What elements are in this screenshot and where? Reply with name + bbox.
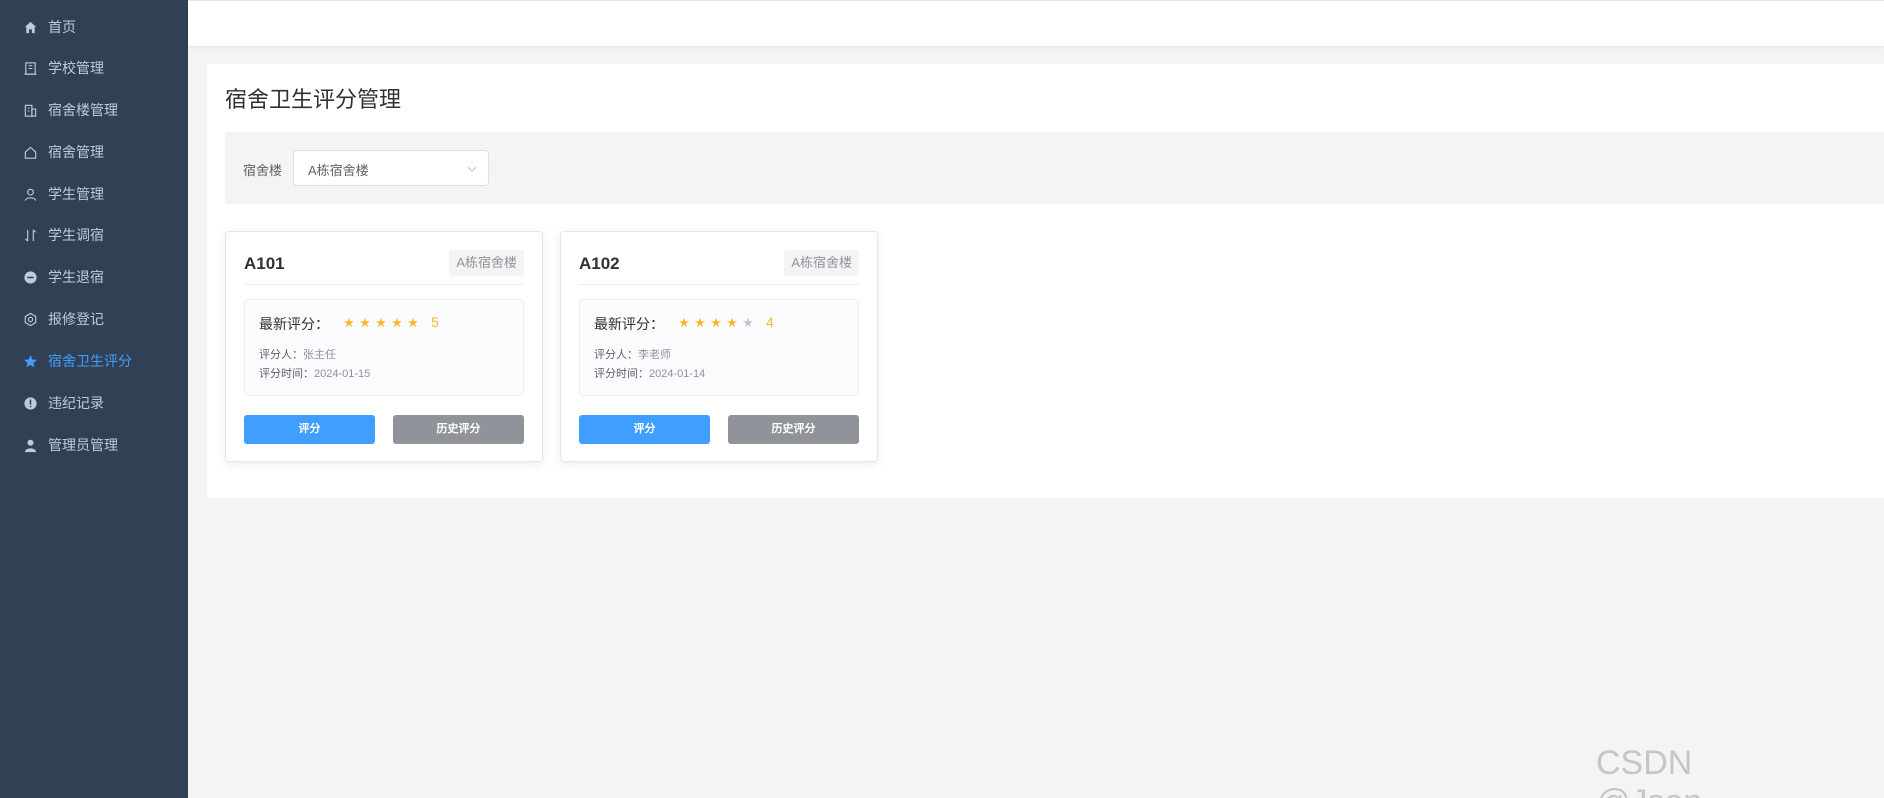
rater-line: 评分人：张主任 (259, 346, 336, 362)
building-filter-label: 宿舍楼 (243, 163, 283, 178)
sidebar-item-admin[interactable]: 管理员管理 (0, 420, 188, 470)
building-select-value: A栋宿舍楼 (308, 163, 369, 178)
star-icon: ★ (343, 315, 355, 330)
star-icon: ★ (678, 315, 690, 330)
star-icon (22, 353, 38, 369)
home-icon (22, 19, 38, 35)
star-icon: ★ (391, 315, 403, 330)
score-time: 2024-01-14 (649, 368, 706, 380)
rater-label: 评分人： (594, 349, 638, 361)
top-navbar (188, 0, 1884, 46)
card-divider (244, 284, 524, 285)
rater-line: 评分人：李老师 (594, 346, 671, 362)
score-time: 2024-01-15 (314, 368, 371, 380)
star-icon: ★ (742, 315, 754, 330)
sidebar-item-label: 学校管理 (48, 60, 104, 76)
sidebar-item-label: 管理员管理 (48, 437, 118, 453)
sidebar-item-label: 宿舍卫生评分 (48, 353, 132, 369)
star-icon: ★ (407, 315, 419, 330)
star-icon: ★ (710, 315, 722, 330)
sidebar-item-label: 学生退宿 (48, 269, 104, 285)
rate-button[interactable]: 评分 (244, 415, 375, 444)
sidebar-item-label: 报修登记 (48, 311, 104, 327)
history-button[interactable]: 历史评分 (393, 415, 524, 444)
star-icon: ★ (726, 315, 738, 330)
score-value: 5 (431, 314, 439, 330)
sidebar-item-label: 违纪记录 (48, 395, 104, 411)
rater-name: 李老师 (638, 349, 671, 361)
sidebar-item-label: 学生调宿 (48, 227, 104, 243)
sidebar: 首页 学校管理 宿舍楼管理 宿舍管理 学生管理 学生调宿 学生退宿 报修登记 宿… (0, 0, 188, 798)
rater-label: 评分人： (259, 349, 303, 361)
time-line: 评分时间：2024-01-14 (594, 365, 705, 381)
sidebar-item-label: 首页 (48, 19, 76, 35)
score-value: 4 (766, 314, 774, 330)
room-card: A102 A栋宿舍楼 最新评分： ★ ★ ★ ★ ★ 4 评分人：李老师 评分时… (560, 231, 878, 462)
rater-name: 张主任 (303, 349, 336, 361)
star-icon: ★ (359, 315, 371, 330)
building-tag: A栋宿舍楼 (449, 250, 524, 276)
star-rating: ★ ★ ★ ★ ★ (341, 315, 421, 331)
card-divider (579, 284, 859, 285)
admin-icon (22, 437, 38, 453)
sidebar-item-label: 学生管理 (48, 186, 104, 202)
star-rating: ★ ★ ★ ★ ★ (676, 315, 756, 331)
settings-icon (22, 311, 38, 327)
building-tag: A栋宿舍楼 (784, 250, 859, 276)
time-line: 评分时间：2024-01-15 (259, 365, 370, 381)
transfer-icon (22, 227, 38, 243)
time-label: 评分时间： (594, 368, 649, 380)
sidebar-item-label: 宿舍楼管理 (48, 102, 118, 118)
warning-icon (22, 395, 38, 411)
building-select[interactable]: A栋宿舍楼 (293, 150, 489, 186)
score-box: 最新评分： ★ ★ ★ ★ ★ 5 评分人：张主任 评分时间：2024-01-1… (244, 299, 524, 396)
sidebar-item-label: 宿舍管理 (48, 144, 104, 160)
main-panel: 宿舍卫生评分管理 宿舍楼 A栋宿舍楼 A101 A栋宿舍楼 最新评分： ★ ★ … (207, 64, 1884, 498)
remove-icon (22, 269, 38, 285)
rate-button[interactable]: 评分 (579, 415, 710, 444)
building-icon (22, 102, 38, 118)
watermark: CSDN @Json_____ (1596, 744, 1797, 798)
room-name: A102 (579, 254, 620, 273)
score-box: 最新评分： ★ ★ ★ ★ ★ 4 评分人：李老师 评分时间：2024-01-1… (579, 299, 859, 396)
time-label: 评分时间： (259, 368, 314, 380)
star-icon: ★ (375, 315, 387, 330)
star-icon: ★ (694, 315, 706, 330)
room-name: A101 (244, 254, 285, 273)
room-card: A101 A栋宿舍楼 最新评分： ★ ★ ★ ★ ★ 5 评分人：张主任 评分时… (225, 231, 543, 462)
house-icon (22, 144, 38, 160)
school-icon (22, 60, 38, 76)
history-button[interactable]: 历史评分 (728, 415, 859, 444)
page-title: 宿舍卫生评分管理 (225, 87, 402, 112)
filter-bar: 宿舍楼 A栋宿舍楼 (225, 132, 1884, 204)
chevron-down-icon (467, 166, 477, 172)
user-icon (22, 186, 38, 202)
score-label: 最新评分： (259, 316, 329, 332)
score-label: 最新评分： (594, 316, 664, 332)
